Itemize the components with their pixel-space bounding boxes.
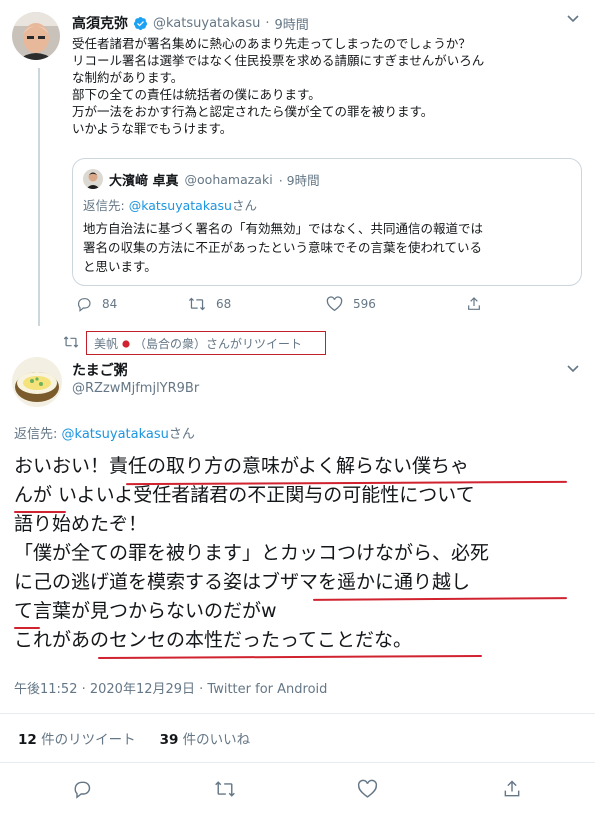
tweet1-line: な制約があります。 — [72, 70, 184, 85]
share-button[interactable] — [502, 779, 522, 799]
retweet-icon — [188, 297, 206, 311]
retweet-stat-count: 12 — [18, 732, 37, 748]
tweet2-actions — [0, 776, 595, 800]
quote-time[interactable]: · 9時間 — [279, 170, 320, 189]
reply-icon — [74, 781, 91, 799]
quote-line: 地方自治法に基づく署名の「有効無効」ではなく、共同通信の報道では — [83, 221, 484, 236]
tweet2-line: おいおい！責任の取り方の意味がよく解らない僕ちゃ — [14, 455, 470, 477]
retweet-count: 68 — [216, 297, 232, 311]
retweeter-name: 美帆 — [94, 337, 119, 351]
avatar-takasu[interactable] — [12, 12, 60, 60]
like-button[interactable] — [357, 779, 378, 799]
tweet1-line: いかような罪でもうけます。 — [72, 121, 233, 136]
like-count: 596 — [353, 297, 376, 311]
quote-text: 地方自治法に基づく署名の「有効無効」ではなく、共同通信の報道では 署名の収集の方… — [83, 219, 483, 276]
tweet1-line: 万が一法をおかす行為と認定されたら僕が全ての罪を被ります。 — [72, 104, 434, 119]
tweet1-line: 部下の全ての責任は統括者の僕にあります。 — [72, 87, 321, 102]
tweet1-line: リコール署名は選挙ではなく住民投票を求める請願にすぎませんがいろん — [72, 53, 485, 68]
dot-separator: · — [265, 15, 270, 31]
tweet1-text: 受任者諸君が署名集めに熱心のあまり先走ってしまったのでしょうか？ リコール署名は… — [72, 35, 582, 137]
retweet-stat-label: 件のリツイート — [36, 732, 136, 748]
retweet-banner-icon — [63, 335, 79, 349]
tweet2-reply-to: 返信先: @katsuyatakasuさん — [14, 423, 195, 442]
tweet2-line: に己の逃げ道を模索する姿はブザマを遥かに通り越し — [14, 571, 471, 593]
tweet-time[interactable]: 9時間 — [275, 14, 309, 33]
tweet2-line: これがあのセンセの本性だったってことだな。 — [14, 629, 413, 651]
like-button[interactable]: 596 — [326, 296, 466, 312]
red-underline — [14, 511, 66, 513]
avatar-tamagogayu[interactable] — [12, 357, 62, 407]
tweet2-line: 「僕が全ての罪を被ります」とカッコつけながら、必死 — [14, 542, 490, 564]
reply-button[interactable]: 84 — [76, 296, 188, 312]
like-stat-label: 件のいいね — [178, 732, 251, 748]
quote-line: と思います。 — [83, 259, 157, 274]
quote-header: 大濱﨑 卓真 @oohamazaki · 9時間 — [83, 169, 320, 189]
quote-author-name[interactable]: 大濱﨑 卓真 — [109, 170, 179, 189]
reply-handle-link[interactable]: @katsuyatakasu — [129, 198, 232, 213]
retweet-icon — [215, 781, 235, 797]
tweet2-stats: 12 件のリツイート 39 件のいいね — [18, 728, 250, 748]
tweet2-line: 語り始めたぞ！ — [14, 513, 148, 535]
avatar-tamagogayu-image — [12, 357, 62, 407]
reply-handle-link[interactable]: @katsuyatakasu — [62, 427, 169, 442]
quote-author-handle[interactable]: @oohamazaki — [185, 172, 273, 187]
reply-suffix: さん — [168, 427, 195, 442]
tweet1-line: 受任者諸君が署名集めに熱心のあまり先走ってしまったのでしょうか？ — [72, 36, 471, 51]
reply-prefix: 返信先: — [83, 198, 129, 213]
like-stat-count: 39 — [159, 732, 179, 748]
thread-line — [38, 68, 40, 326]
divider — [0, 713, 595, 714]
avatar-takasu-image — [12, 12, 60, 60]
reply-button[interactable] — [72, 779, 92, 799]
chevron-down-icon[interactable] — [566, 362, 580, 376]
author-handle[interactable]: @katsuyatakasu — [153, 16, 260, 31]
divider — [0, 762, 595, 763]
reply-suffix: さん — [231, 198, 257, 213]
tweet2-line: て言葉が見つからないのだがw — [14, 600, 277, 622]
reply-count: 84 — [102, 297, 118, 311]
tweet2-line: んが いよいよ受任者諸君の不正関与の可能性について — [14, 484, 475, 506]
reply-icon — [78, 298, 91, 312]
chevron-down-icon[interactable] — [566, 12, 580, 26]
tweet1-header: 高須克弥 @katsuyatakasu · 9時間 — [72, 13, 309, 33]
retweet-stat[interactable]: 12 件のリツイート — [18, 728, 136, 748]
quoted-tweet[interactable]: 大濱﨑 卓真 @oohamazaki · 9時間 返信先: @katsuyata… — [72, 158, 582, 286]
tweet2-timestamp[interactable]: 午後11:52 · 2020年12月29日 · Twitter for Andr… — [14, 678, 327, 697]
share-icon — [504, 780, 520, 797]
like-icon — [326, 296, 343, 312]
retweet-button[interactable] — [214, 779, 236, 799]
quote-line: 署名の収集の方法に不正があったという意味でその言葉を使われている — [83, 240, 483, 255]
author-name[interactable]: 高須克弥 — [72, 13, 128, 33]
like-icon — [357, 779, 378, 798]
red-underline — [97, 654, 483, 660]
tweet1-actions: 84 68 596 — [76, 296, 516, 312]
quote-avatar[interactable] — [83, 169, 103, 189]
like-stat[interactable]: 39 件のいいね — [160, 728, 251, 748]
share-icon — [468, 297, 480, 310]
retweet-button[interactable]: 68 — [188, 296, 326, 312]
quote-reply-to: 返信先: @katsuyatakasuさん — [83, 195, 257, 214]
share-button[interactable] — [466, 296, 482, 312]
red-underline — [14, 627, 40, 629]
retweeter-suffix: （島合の衆）さんがリツイート — [134, 337, 303, 351]
reply-prefix: 返信先: — [14, 427, 62, 442]
verified-icon — [133, 16, 148, 31]
retweet-banner[interactable]: 美帆 （島合の衆）さんがリツイート — [94, 335, 302, 352]
japan-flag-icon — [121, 339, 131, 349]
tweet2-author-name[interactable]: たまご粥 — [72, 360, 128, 380]
tweet2-author-handle[interactable]: @RZzwMjfmjlYR9Br — [72, 381, 199, 396]
